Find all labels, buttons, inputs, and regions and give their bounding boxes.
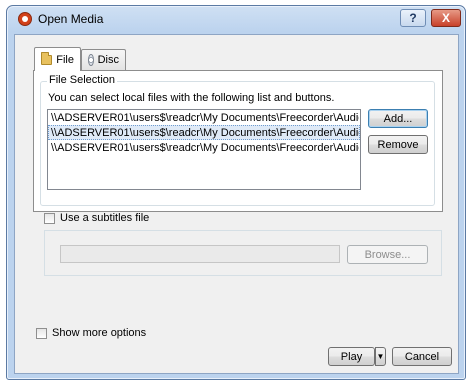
subtitles-checkbox-label[interactable]: Use a subtitles file: [60, 212, 149, 224]
play-dropdown-button[interactable]: ▼: [375, 347, 386, 366]
show-more-options-checkbox[interactable]: [36, 328, 47, 339]
file-list-item[interactable]: \\ADSERVER01\users$\readcr\My Documents\…: [48, 140, 360, 155]
close-button[interactable]: X: [431, 9, 461, 27]
browse-button: Browse...: [347, 245, 428, 264]
file-selection-description: You can select local files with the foll…: [48, 92, 335, 104]
file-list[interactable]: \\ADSERVER01\users$\readcr\My Documents\…: [47, 109, 361, 190]
tab-file[interactable]: File: [34, 47, 81, 71]
cancel-button[interactable]: Cancel: [392, 347, 452, 366]
play-button[interactable]: Play: [328, 347, 375, 366]
subtitles-panel: Browse...: [44, 230, 442, 276]
dialog-client-area: File Disc File Selection You can select …: [14, 34, 459, 374]
file-selection-group: File Selection You can select local file…: [40, 74, 435, 206]
file-list-item-selected[interactable]: \\ADSERVER01\users$\readcr\My Documents\…: [48, 125, 360, 140]
title-bar[interactable]: Open Media ? X: [7, 6, 465, 32]
folder-icon: [41, 51, 53, 65]
open-media-dialog: Open Media ? X File Disc File Selection …: [6, 5, 466, 380]
subtitles-checkbox[interactable]: [44, 213, 55, 224]
disc-icon: [88, 54, 94, 66]
window-title: Open Media: [38, 12, 104, 26]
file-selection-legend: File Selection: [47, 74, 118, 86]
subtitles-file-field: [60, 245, 340, 263]
vlc-app-icon: [18, 12, 32, 26]
show-more-options-label[interactable]: Show more options: [52, 327, 146, 339]
chevron-down-icon: ▼: [376, 352, 385, 361]
help-button[interactable]: ?: [400, 9, 426, 27]
file-tab-panel: File Selection You can select local file…: [33, 70, 443, 212]
close-icon: X: [441, 11, 450, 25]
tab-disc-label: Disc: [97, 54, 119, 66]
add-button[interactable]: Add...: [368, 109, 428, 128]
remove-button[interactable]: Remove: [368, 135, 428, 154]
tab-file-label: File: [56, 53, 74, 66]
tab-disc[interactable]: Disc: [81, 49, 126, 70]
file-list-item[interactable]: \\ADSERVER01\users$\readcr\My Documents\…: [48, 110, 360, 125]
